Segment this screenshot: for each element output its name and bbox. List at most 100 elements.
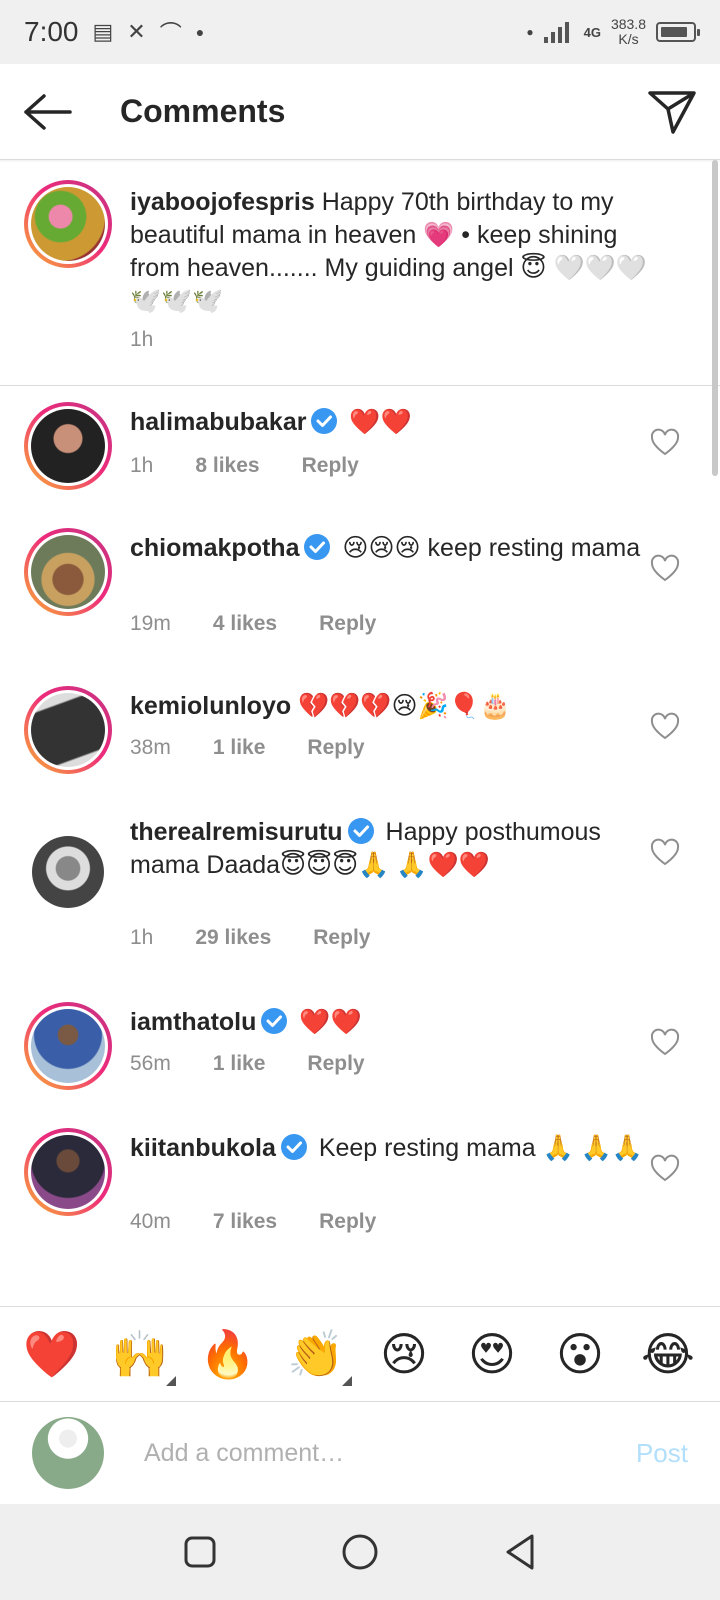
comment-time: 38m [130,736,171,759]
verified-badge-icon [311,408,338,434]
status-bar: 7:00 ▤ ✕ ⌒ ● ● 4G 383.8 K/s [0,0,720,64]
caption-time: 1h [130,328,154,351]
comment-body: ❤️❤️ [292,1008,362,1036]
comment-composer: Post [0,1403,720,1503]
carrier-icon: ⌒ [159,21,182,46]
comment-text: iamthatolu ❤️❤️ [130,1006,660,1039]
likes-count[interactable]: 8 likes [195,454,259,478]
dot-icon: ● [195,24,205,40]
scrollbar[interactable] [712,160,718,476]
comment-text: kiitanbukola Keep resting mama 🙏 🙏🙏 [130,1132,660,1165]
system-nav-bar [0,1504,720,1600]
reaction-laugh[interactable]: 😂 [638,1328,698,1380]
dot-icon-right: ● [526,25,534,39]
clock: 7:00 [24,16,79,47]
comment-time: 56m [130,1052,171,1075]
home-button[interactable] [338,1530,382,1574]
like-heart-icon[interactable] [650,554,680,584]
comment-meta: 1h 29 likes Reply [130,926,370,950]
comment-time: 40m [130,1210,171,1233]
triangle-back-icon [506,1534,534,1570]
reaction-heart[interactable]: ❤️ [22,1328,82,1380]
comment-username[interactable]: chiomakpotha [130,534,299,562]
avatar[interactable] [24,686,112,774]
avatar [32,1417,104,1489]
reaction-wow[interactable]: 😮 [550,1328,610,1380]
like-heart-icon[interactable] [650,428,680,458]
comment-text: halimabubakar ❤️❤️ [130,406,660,439]
caption-username[interactable]: iyaboojofespris [130,188,315,216]
like-heart-icon[interactable] [650,1028,680,1058]
reply-button[interactable]: Reply [307,736,364,760]
reply-button[interactable]: Reply [319,612,376,636]
reply-button[interactable]: Reply [313,926,370,950]
reply-button[interactable]: Reply [307,1052,364,1076]
avatar[interactable] [24,402,112,490]
arrow-left-icon [24,93,72,130]
comment-meta: 1h 8 likes Reply [130,454,359,478]
avatar[interactable] [24,180,112,268]
comment-body: 😢😢😢 keep resting mama [335,534,641,562]
verified-badge-icon [280,1134,307,1160]
signal-icon [543,22,569,43]
like-heart-icon[interactable] [650,1154,680,1184]
comment-meta: 19m 4 likes Reply [130,612,376,636]
comment-text: therealremisurutu Happy posthumous mama … [130,816,660,882]
comment-time: 1h [130,926,154,949]
comment-body: ❤️❤️ [342,408,412,436]
comment-username[interactable]: halimabubakar [130,408,306,436]
likes-count[interactable]: 7 likes [213,1210,277,1234]
comment-time: 1h [130,454,154,477]
caption-text: iyaboojofespris Happy 70th birthday to m… [130,186,660,318]
reaction-fire[interactable]: 🔥 [198,1328,258,1380]
back-button[interactable] [0,64,96,160]
likes-count[interactable]: 4 likes [213,612,277,636]
comment-body: 💔💔💔😢🎉🎈🎂 [291,692,511,720]
comment-meta: 38m 1 like Reply [130,736,365,760]
reply-button[interactable]: Reply [319,1210,376,1234]
reply-button[interactable]: Reply [302,454,359,478]
caption-meta: 1h [130,328,153,352]
likes-count[interactable]: 29 likes [195,926,271,950]
avatar[interactable] [24,528,112,616]
quick-reactions-bar: ❤️ 🙌 🔥 👏 😢 😍 😮 😂 [0,1306,720,1402]
comment-username[interactable]: kiitanbukola [130,1134,276,1162]
paper-plane-icon [648,90,696,134]
comment-meta: 56m 1 like Reply [130,1052,365,1076]
reaction-crying[interactable]: 😢 [374,1328,434,1380]
likes-count[interactable]: 1 like [213,736,266,760]
verified-badge-icon [261,1008,288,1034]
comment-text: kemiolunloyo 💔💔💔😢🎉🎈🎂 [130,690,660,723]
notes-icon: ▤ [92,19,114,44]
reaction-raised-hands[interactable]: 🙌 [110,1328,176,1386]
page-title: Comments [120,93,286,129]
likes-count[interactable]: 1 like [213,1052,266,1076]
square-icon [184,1536,216,1568]
comment-body: Keep resting mama 🙏 🙏🙏 [311,1134,643,1162]
comment-time: 19m [130,612,171,635]
share-button[interactable] [624,64,720,160]
net-speed: 383.8 K/s [610,16,646,47]
reaction-clap[interactable]: 👏 [286,1328,352,1386]
avatar[interactable] [24,1002,112,1090]
post-button[interactable]: Post [636,1438,688,1469]
verified-badge-icon [347,818,374,844]
reaction-heart-eyes[interactable]: 😍 [462,1328,522,1380]
like-heart-icon[interactable] [650,712,680,742]
avatar[interactable] [24,1128,112,1216]
x-app-icon: ✕ [127,19,146,44]
comment-username[interactable]: therealremisurutu [130,818,343,846]
avatar[interactable] [32,836,104,908]
like-heart-icon[interactable] [650,838,680,868]
recents-button[interactable] [178,1530,222,1574]
network-type-icon: 4G [583,24,601,40]
comment-username[interactable]: kemiolunloyo [130,692,291,720]
comment-text: chiomakpotha 😢😢😢 keep resting mama [130,532,660,565]
comments-header: Comments [0,64,720,160]
circle-icon [342,1534,378,1570]
back-nav-button[interactable] [498,1530,542,1574]
comment-meta: 40m 7 likes Reply [130,1210,376,1234]
comment-username[interactable]: iamthatolu [130,1008,256,1036]
comment-input[interactable] [144,1438,574,1468]
verified-badge-icon [304,534,331,560]
